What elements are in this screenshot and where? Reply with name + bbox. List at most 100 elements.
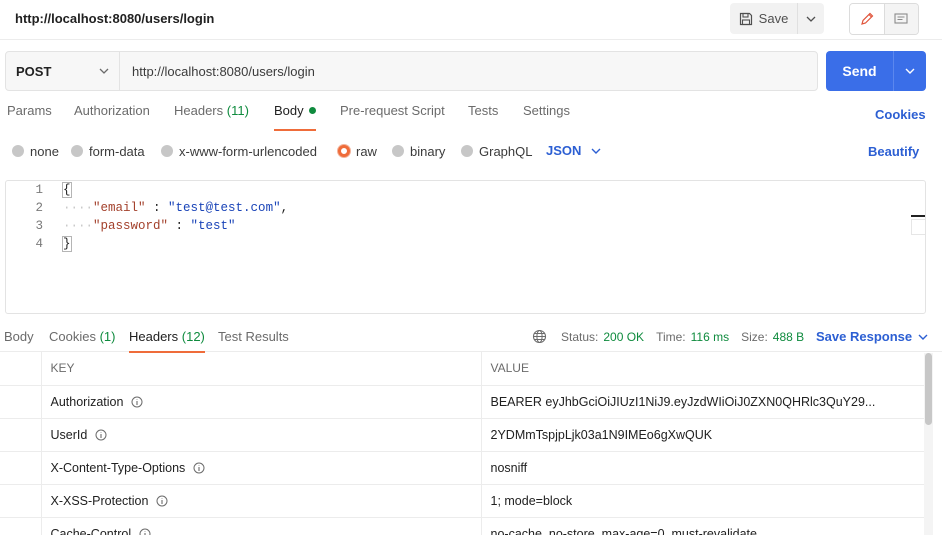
response-tab-cookies[interactable]: Cookies (1): [49, 329, 115, 352]
tab-authorization[interactable]: Authorization: [74, 103, 150, 131]
request-tabs: Params Authorization Headers (11) Body P…: [0, 103, 942, 131]
floppy-disk-icon: [739, 12, 752, 25]
code-line: 3 ····"password" : "test": [6, 217, 925, 235]
edit-mode-button[interactable]: [850, 4, 884, 34]
json-separator: :: [168, 219, 191, 233]
body-type-raw[interactable]: raw: [338, 143, 377, 159]
body-type-graphql[interactable]: GraphQL: [461, 143, 532, 159]
table-header-row: KEY VALUE: [0, 352, 924, 386]
header-key-cell: X-Content-Type-Options: [41, 451, 482, 485]
body-type-form-data[interactable]: form-data: [71, 143, 145, 159]
request-title[interactable]: http://localhost:8080/users/login: [15, 11, 214, 26]
format-label: JSON: [546, 143, 582, 158]
cookies-link[interactable]: Cookies: [875, 107, 926, 122]
line-number: 4: [35, 237, 43, 251]
table-cell: [0, 451, 42, 485]
header-key-cell: Cache-Control: [41, 517, 482, 535]
tab-pre-request-script[interactable]: Pre-request Script: [340, 103, 445, 131]
header-key: X-Content-Type-Options: [50, 460, 186, 475]
table-row: X-XSS-Protection 1; mode=block: [0, 484, 924, 518]
option-label: binary: [410, 143, 446, 159]
chevron-down-icon: [591, 148, 601, 154]
tab-settings[interactable]: Settings: [523, 103, 570, 131]
raw-format-select[interactable]: JSON: [546, 143, 601, 158]
indent-guide: ····: [63, 219, 94, 233]
save-options-button[interactable]: [797, 3, 824, 34]
body-type-urlencoded[interactable]: x-www-form-urlencoded: [161, 143, 317, 159]
tab-label: Headers: [174, 103, 224, 118]
body-code-editor[interactable]: 1 { 2 ····"email" : "test@test.com", 3 ·…: [5, 180, 926, 314]
tab-headers[interactable]: Headers (11): [174, 103, 249, 131]
beautify-button[interactable]: Beautify: [868, 144, 919, 159]
tab-params[interactable]: Params: [7, 103, 52, 131]
table-row: UserId 2YDMmTspjpLjk03a1N9IMEo6gXwQUK: [0, 418, 924, 452]
header-value[interactable]: nosniff: [481, 451, 924, 485]
time-value[interactable]: 116 ms: [691, 330, 729, 344]
line-number: 3: [35, 219, 43, 233]
url-input[interactable]: [120, 52, 817, 90]
info-icon[interactable]: [95, 429, 107, 441]
header-value[interactable]: BEARER eyJhbGciOiJIUzI1NiJ9.eyJzdWIiOiJ0…: [481, 385, 924, 419]
radio-button-selected[interactable]: [338, 145, 350, 157]
info-icon[interactable]: [131, 396, 143, 408]
method-select[interactable]: POST: [6, 52, 120, 90]
save-button-group: Save: [730, 3, 824, 34]
send-button[interactable]: Send: [826, 51, 893, 91]
save-button[interactable]: Save: [730, 3, 797, 34]
tab-label: Headers: [129, 329, 179, 344]
tab-label: Body: [274, 103, 304, 118]
code-line: 2 ····"email" : "test@test.com",: [6, 199, 925, 217]
tab-body[interactable]: Body: [274, 103, 316, 131]
save-response-button[interactable]: Save Response: [816, 329, 928, 344]
response-tab-headers[interactable]: Headers (12): [129, 329, 205, 353]
line-number: 2: [35, 201, 43, 215]
tab-label: Tests: [468, 103, 499, 118]
header-value[interactable]: 2YDMmTspjpLjk03a1N9IMEo6gXwQUK: [481, 418, 924, 452]
globe-icon[interactable]: [532, 329, 547, 344]
response-tabs: Body Cookies (1) Headers (12) Test Resul…: [0, 327, 942, 353]
header-value[interactable]: no-cache, no-store, max-age=0, must-reva…: [481, 517, 924, 535]
close-brace: }: [62, 236, 72, 252]
method-label: POST: [16, 63, 52, 79]
radio-button[interactable]: [161, 145, 173, 157]
size-value[interactable]: 488 B: [773, 330, 804, 344]
radio-button[interactable]: [71, 145, 83, 157]
headers-scrollbar[interactable]: [924, 353, 933, 535]
time-label: Time:: [656, 329, 686, 344]
radio-button[interactable]: [392, 145, 404, 157]
table-cell: [0, 352, 42, 386]
headers-count: (12): [181, 329, 205, 344]
json-separator: :: [145, 201, 169, 215]
pencil-icon: [860, 12, 874, 25]
chevron-down-icon: [806, 16, 816, 22]
cookies-count: (1): [99, 329, 116, 344]
body-modified-indicator: [308, 107, 316, 114]
tab-tests[interactable]: Tests: [468, 103, 498, 131]
body-type-binary[interactable]: binary: [392, 143, 445, 159]
chevron-down-icon: [918, 334, 928, 340]
status-label: Status:: [561, 329, 599, 344]
info-icon[interactable]: [139, 528, 151, 535]
radio-button[interactable]: [12, 145, 24, 157]
tab-label: Test Results: [218, 329, 289, 344]
header-key: Authorization: [50, 394, 124, 409]
table-row: Authorization BEARER eyJhbGciOiJIUzI1NiJ…: [0, 385, 924, 419]
scrollbar-thumb[interactable]: [925, 353, 932, 425]
response-tab-body[interactable]: Body: [4, 329, 34, 352]
tab-label: Pre-request Script: [340, 103, 445, 118]
header-key-cell: X-XSS-Protection: [41, 484, 482, 518]
radio-button[interactable]: [461, 145, 473, 157]
header-value[interactable]: 1; mode=block: [481, 484, 924, 518]
status-value[interactable]: 200 OK: [603, 330, 644, 344]
tab-label: Settings: [523, 103, 570, 118]
body-type-none[interactable]: none: [12, 143, 59, 159]
info-icon[interactable]: [156, 495, 168, 507]
option-label: raw: [356, 143, 377, 159]
info-icon[interactable]: [193, 462, 205, 474]
save-response-label: Save Response: [816, 329, 913, 344]
documentation-mode-button[interactable]: [883, 4, 918, 34]
table-cell: [0, 484, 42, 518]
response-tab-test-results[interactable]: Test Results: [218, 329, 289, 352]
column-header-key: KEY: [41, 352, 482, 386]
send-options-button[interactable]: [893, 51, 926, 91]
